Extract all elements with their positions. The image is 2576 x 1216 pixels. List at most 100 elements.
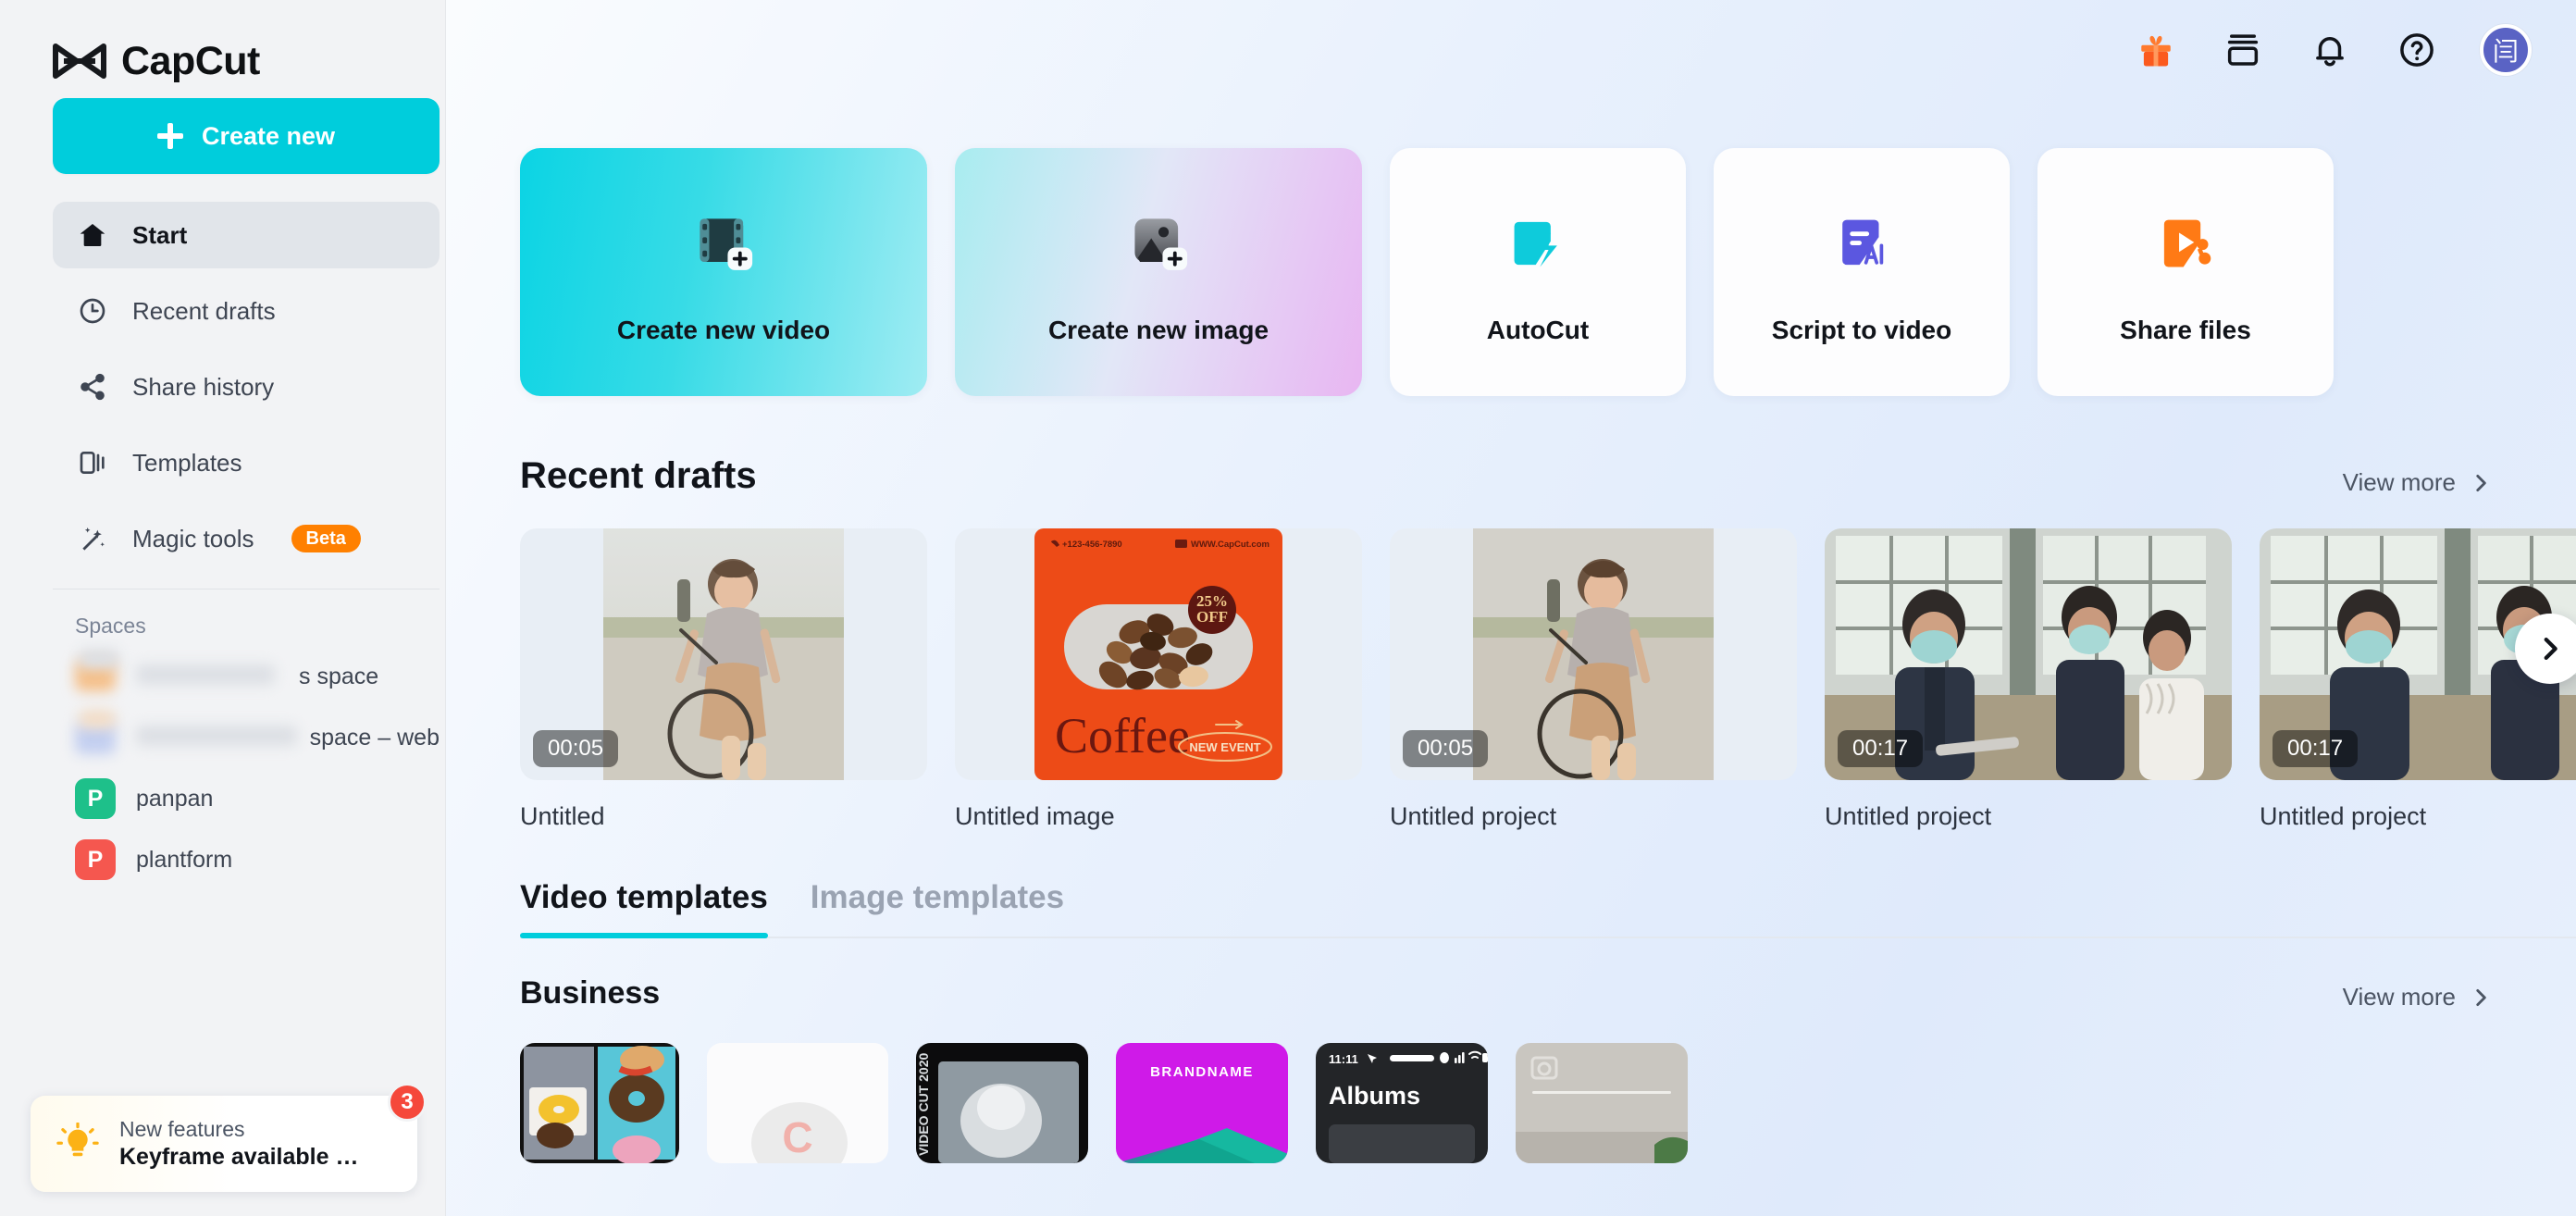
chevron-right-icon <box>2534 633 2566 664</box>
create-new-label: Create new <box>202 122 335 151</box>
draft-thumbnail: 00:05 <box>520 528 927 780</box>
top-bar: 闫 <box>446 0 2576 100</box>
help-circle-icon[interactable] <box>2393 26 2441 74</box>
svg-text:Coffee: Coffee <box>1055 708 1190 763</box>
space-name-redacted <box>136 661 279 692</box>
template-thumbnail <box>520 1043 679 1163</box>
card-label: Create new image <box>1048 316 1269 345</box>
svg-text:11:11: 11:11 <box>1329 1052 1358 1066</box>
card-label: Create new video <box>617 316 830 345</box>
sidebar-item-start[interactable]: Start <box>53 202 440 268</box>
template-card-white-c[interactable]: C <box>707 1043 888 1163</box>
template-thumbnail: C <box>707 1043 888 1163</box>
space-item-label: plantform <box>136 847 232 874</box>
sidebar-item-share-history[interactable]: Share history <box>53 354 440 420</box>
view-more-label: View more <box>2343 983 2456 1011</box>
new-features-title: Keyframe available … <box>119 1143 358 1172</box>
image-plus-icon <box>1121 199 1195 288</box>
main-content: 闫 <box>446 0 2576 1216</box>
share-files-card[interactable]: Share files <box>2037 148 2334 396</box>
svg-text:WWW.CapCut.com: WWW.CapCut.com <box>1191 540 1269 550</box>
autocut-icon <box>1504 199 1572 288</box>
spaces-section-label: Spaces <box>75 614 415 639</box>
draft-duration-badge: 00:17 <box>1838 730 1923 767</box>
drafts-list: 00:05 Untitled +1 <box>520 528 2576 831</box>
templates-tabs: Video templates Image templates <box>520 879 2576 938</box>
quick-actions-row: Create new video <box>520 148 2576 396</box>
draft-card[interactable]: 00:17 Untitled project <box>1825 528 2232 831</box>
space-avatar: P <box>75 778 116 819</box>
lightbulb-icon <box>56 1123 99 1165</box>
create-new-video-card[interactable]: Create new video <box>520 148 927 396</box>
template-thumbnail: BRANDNAME <box>1116 1043 1288 1163</box>
home-icon <box>75 217 110 253</box>
space-item-redacted-1[interactable]: s space <box>53 646 440 707</box>
templates-grid: C VIDEO CUT 2020 BRANDNAME <box>520 1043 2576 1163</box>
carousel-next-button[interactable] <box>2515 614 2576 684</box>
svg-text:NEW EVENT: NEW EVENT <box>1189 740 1260 754</box>
create-new-image-card[interactable]: Create new image <box>955 148 1362 396</box>
space-item-label: s space <box>299 664 378 690</box>
svg-text:Albums: Albums <box>1329 1082 1420 1110</box>
template-thumbnail: VIDEO CUT 2020 <box>916 1043 1088 1163</box>
page-title: Recent drafts <box>520 455 757 497</box>
share-icon <box>75 369 110 404</box>
svg-text:+123-456-7890: +123-456-7890 <box>1062 540 1122 550</box>
template-card-donuts[interactable] <box>520 1043 679 1163</box>
clock-icon <box>75 293 110 329</box>
autocut-card[interactable]: AutoCut <box>1390 148 1686 396</box>
template-card-video-cut[interactable]: VIDEO CUT 2020 <box>916 1043 1088 1163</box>
sidebar-item-recent-drafts[interactable]: Recent drafts <box>53 278 440 344</box>
sidebar-item-label: Recent drafts <box>132 297 276 326</box>
templates-category-header: Business View more <box>520 975 2576 1011</box>
script-ai-icon <box>1827 199 1896 288</box>
space-item-plantform[interactable]: P plantform <box>53 829 440 890</box>
draft-name: Untitled project <box>2260 802 2576 831</box>
create-new-button[interactable]: Create new <box>53 98 440 174</box>
draft-thumbnail: 00:05 <box>1390 528 1797 780</box>
app-logo[interactable]: CapCut <box>31 0 415 85</box>
draft-card[interactable]: +123-456-7890 WWW.CapCut.com <box>955 528 1362 831</box>
archive-box-icon[interactable] <box>2219 26 2267 74</box>
draft-card[interactable]: 00:05 Untitled project <box>1390 528 1797 831</box>
new-features-eyebrow: New features <box>119 1116 358 1143</box>
card-label: Script to video <box>1772 316 1951 345</box>
template-card-camera-gray[interactable] <box>1516 1043 1688 1163</box>
new-features-count-badge: 3 <box>388 1083 427 1122</box>
space-avatar <box>75 656 116 697</box>
sidebar-item-magic-tools[interactable]: Magic tools Beta <box>53 505 440 572</box>
gift-icon[interactable] <box>2132 26 2180 74</box>
recent-drafts-header: Recent drafts View more <box>520 455 2576 497</box>
templates-view-more[interactable]: View more <box>2343 983 2493 1011</box>
draft-card[interactable]: 00:17 Untitled project <box>2260 528 2576 831</box>
new-features-banner[interactable]: New features Keyframe available … 3 <box>31 1096 417 1192</box>
bell-icon[interactable] <box>2306 26 2354 74</box>
script-to-video-card[interactable]: Script to video <box>1714 148 2010 396</box>
sidebar-item-label: Share history <box>132 373 274 402</box>
sidebar-item-templates[interactable]: Templates <box>53 429 440 496</box>
template-card-albums[interactable]: 11:11 Albums <box>1316 1043 1488 1163</box>
content-area: Create new video <box>446 148 2576 1163</box>
sidebar-item-label: Magic tools <box>132 525 254 553</box>
tab-image-templates[interactable]: Image templates <box>811 879 1064 937</box>
template-thumbnail <box>1516 1043 1688 1163</box>
space-avatar <box>75 717 116 758</box>
recent-drafts-view-more[interactable]: View more <box>2343 468 2493 497</box>
space-item-panpan[interactable]: P panpan <box>53 768 440 829</box>
space-item-label: panpan <box>136 786 213 813</box>
tab-label: Video templates <box>520 879 768 915</box>
draft-name: Untitled <box>520 802 927 831</box>
chevron-right-icon <box>2469 986 2493 1010</box>
draft-card[interactable]: 00:05 Untitled <box>520 528 927 831</box>
sidebar: CapCut Create new Start Recent drafts <box>0 0 446 1216</box>
space-avatar: P <box>75 839 116 880</box>
space-item-label: space – web <box>310 725 440 751</box>
avatar[interactable]: 闫 <box>2480 24 2532 76</box>
template-card-brandname[interactable]: BRANDNAME <box>1116 1043 1288 1163</box>
svg-text:VIDEO CUT 2020: VIDEO CUT 2020 <box>916 1053 931 1156</box>
app-name: CapCut <box>121 39 260 84</box>
capcut-logo-icon <box>53 43 106 80</box>
draft-name: Untitled image <box>955 802 1362 831</box>
tab-video-templates[interactable]: Video templates <box>520 879 768 937</box>
space-item-redacted-2[interactable]: space – web <box>53 707 440 768</box>
